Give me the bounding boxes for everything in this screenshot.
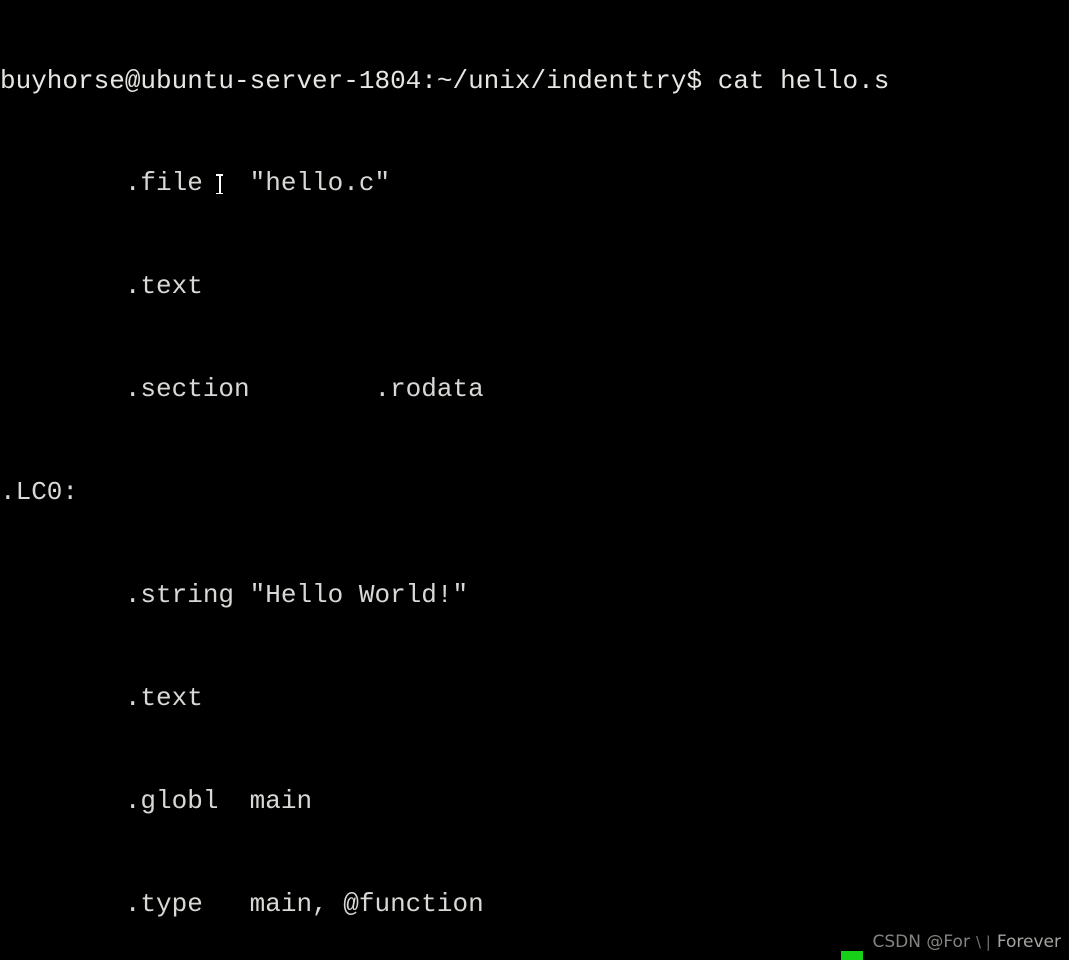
terminal-block-cursor [841, 951, 863, 960]
terminal-line: .LC0: [0, 477, 79, 508]
terminal-output[interactable]: buyhorse@ubuntu-server-1804:~/unix/inden… [0, 0, 1069, 960]
terminal-line: .string "Hello World!" [0, 580, 469, 611]
terminal-window[interactable]: buyhorse@ubuntu-server-1804:~/unix/inden… [0, 0, 1069, 960]
terminal-line: .text [0, 682, 203, 713]
terminal-line: .text [0, 271, 203, 302]
terminal-prompt-line: buyhorse@ubuntu-server-1804:~/unix/inden… [0, 65, 890, 96]
terminal-line: .type main, @function [0, 888, 484, 919]
terminal-line: .file "hello.c" [0, 168, 391, 199]
terminal-line: .globl main [0, 785, 313, 816]
terminal-line: .section .rodata [0, 374, 484, 405]
